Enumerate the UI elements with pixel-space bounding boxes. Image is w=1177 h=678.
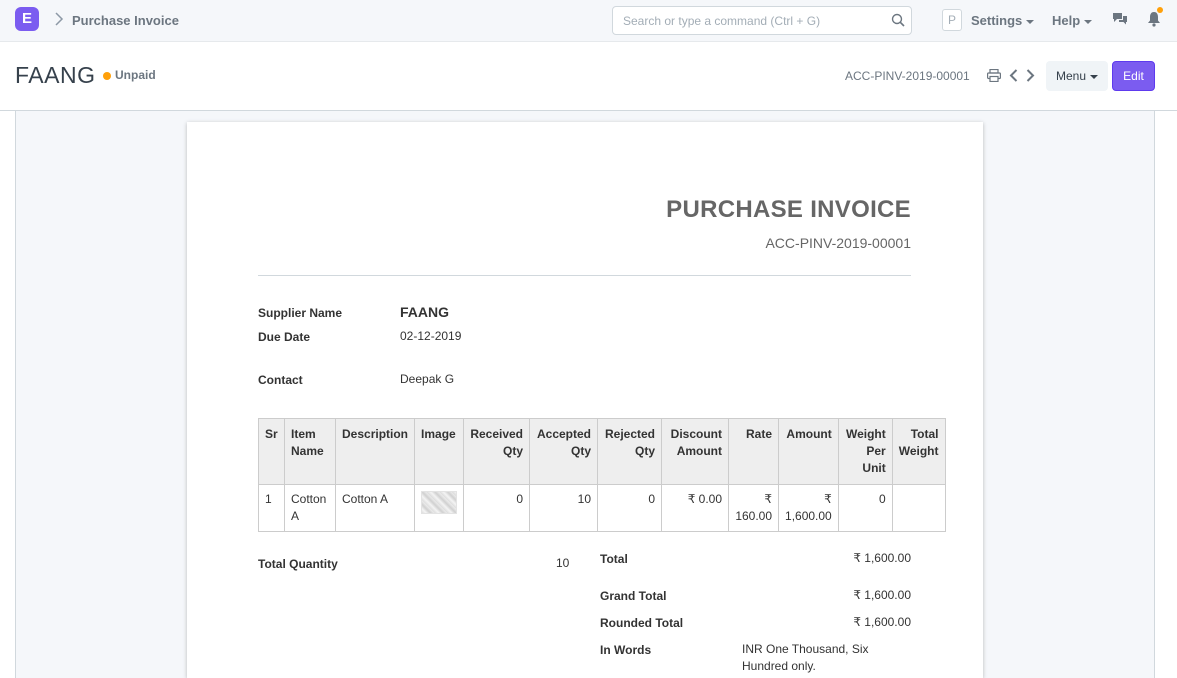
- navbar: E Purchase Invoice P Settings Help: [0, 0, 1177, 42]
- contact-value: Deepak G: [400, 372, 455, 386]
- status-indicator-dot: [103, 72, 111, 80]
- column-header: Image: [414, 418, 465, 485]
- column-header: Rejected Qty: [597, 418, 663, 485]
- column-header: Discount Amount: [661, 418, 730, 485]
- caret-down-icon: [1026, 19, 1035, 24]
- cell-total-weight: [891, 484, 946, 532]
- page-title: FAANG: [15, 62, 96, 88]
- edit-button[interactable]: Edit: [1112, 61, 1155, 91]
- notification-dot: [1157, 7, 1163, 13]
- cell-image: [414, 484, 465, 532]
- chat-icon[interactable]: [1112, 12, 1128, 31]
- grand-total-label: Grand Total: [600, 589, 667, 603]
- table-header-row: Sr Item Name Description Image Received …: [258, 418, 946, 485]
- invoice-sheet: PURCHASE INVOICE ACC-PINV-2019-00001 Sup…: [187, 122, 983, 678]
- supplier-name-label: Supplier Name: [258, 306, 343, 320]
- rounded-total-label: Rounded Total: [600, 616, 684, 630]
- cell-description: Cotton A: [334, 484, 416, 532]
- bell-icon[interactable]: [1147, 11, 1161, 32]
- column-header: Item Name: [284, 418, 336, 485]
- page-head: FAANG Unpaid ACC-PINV-2019-00001 Menu Ed…: [0, 42, 1177, 111]
- cell-accepted-qty: 10: [529, 484, 599, 532]
- chevron-right-icon[interactable]: [1025, 69, 1035, 87]
- column-header: Sr: [258, 418, 285, 485]
- total-value: ₹ 1,600.00: [853, 551, 911, 565]
- menu-button[interactable]: Menu: [1046, 61, 1108, 91]
- cell-amount: ₹ 1,600.00: [778, 484, 839, 532]
- search-icon[interactable]: [891, 13, 905, 32]
- column-header: Total Weight: [891, 418, 946, 485]
- app-logo[interactable]: E: [15, 7, 39, 31]
- cell-item-name: Cotton A: [284, 484, 336, 532]
- invoice-number: ACC-PINV-2019-00001: [765, 235, 911, 251]
- rounded-total-value: ₹ 1,600.00: [853, 615, 911, 629]
- column-header: Accepted Qty: [529, 418, 599, 485]
- supplier-name-value: FAANG: [400, 304, 449, 320]
- column-header: Received Qty: [463, 418, 531, 485]
- help-label: Help: [1052, 13, 1081, 28]
- search-input[interactable]: [623, 7, 883, 34]
- search-box[interactable]: [612, 6, 912, 35]
- cell-sr: 1: [258, 484, 285, 532]
- settings-dropdown[interactable]: Settings: [971, 13, 1035, 28]
- total-label: Total: [600, 552, 628, 566]
- cell-weight-per-unit: 0: [837, 484, 893, 532]
- divider: [258, 275, 911, 276]
- settings-label: Settings: [971, 13, 1023, 28]
- cell-discount-amount: ₹ 0.00: [661, 484, 730, 532]
- in-words-value: INR One Thousand, Six Hundred only.: [742, 642, 869, 673]
- column-header: Rate: [728, 418, 780, 485]
- breadcrumb[interactable]: Purchase Invoice: [72, 13, 179, 28]
- cell-received-qty: 0: [463, 484, 531, 532]
- help-dropdown[interactable]: Help: [1052, 13, 1093, 28]
- print-icon[interactable]: [987, 68, 1002, 87]
- column-header: Weight Per Unit: [837, 418, 893, 485]
- menu-button-label: Menu: [1055, 69, 1087, 83]
- due-date-label: Due Date: [258, 330, 311, 344]
- status-badge: Unpaid: [115, 68, 156, 82]
- chevron-left-icon[interactable]: [1009, 69, 1019, 87]
- items-table: Sr Item Name Description Image Received …: [258, 418, 946, 532]
- in-words-label: In Words: [600, 643, 652, 657]
- cell-rate: ₹ 160.00: [728, 484, 780, 532]
- column-header: Amount: [778, 418, 839, 485]
- due-date-value: 02-12-2019: [400, 329, 462, 343]
- invoice-heading: PURCHASE INVOICE: [666, 196, 911, 223]
- contact-label: Contact: [258, 373, 303, 387]
- item-thumbnail-image: [421, 491, 458, 514]
- table-row: 1 Cotton A Cotton A 0 10 0 ₹ 0.00 ₹ 160.…: [258, 484, 946, 532]
- avatar[interactable]: P: [942, 9, 962, 31]
- cell-rejected-qty: 0: [597, 484, 663, 532]
- document-id: ACC-PINV-2019-00001: [845, 69, 970, 83]
- column-header: Description: [334, 418, 416, 485]
- grand-total-value: ₹ 1,600.00: [853, 588, 911, 602]
- total-quantity-value: 10: [556, 556, 570, 570]
- chevron-right-icon: [54, 12, 64, 29]
- caret-down-icon: [1084, 19, 1093, 24]
- total-quantity-label: Total Quantity: [258, 557, 338, 571]
- caret-down-icon: [1090, 74, 1099, 79]
